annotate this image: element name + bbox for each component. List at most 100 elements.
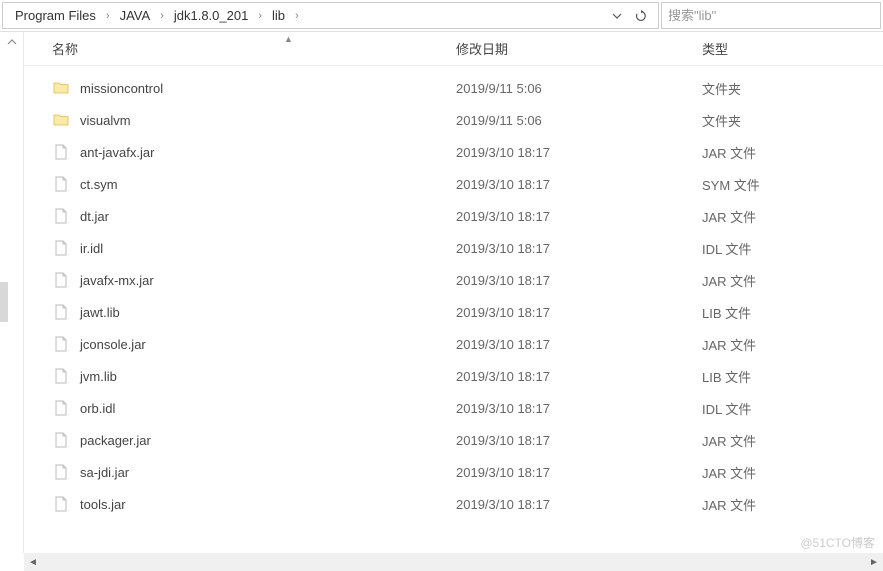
file-date: 2019/3/10 18:17 bbox=[456, 305, 694, 320]
file-name-cell: ct.sym bbox=[24, 175, 456, 193]
file-row[interactable]: ant-javafx.jar2019/3/10 18:17JAR 文件 bbox=[24, 136, 883, 168]
file-icon bbox=[52, 175, 70, 193]
file-type: IDL 文件 bbox=[694, 399, 883, 418]
file-name: tools.jar bbox=[80, 497, 126, 512]
file-name-cell: sa-jdi.jar bbox=[24, 463, 456, 481]
file-type: JAR 文件 bbox=[694, 431, 883, 450]
file-name: orb.idl bbox=[80, 401, 115, 416]
file-row[interactable]: visualvm2019/9/11 5:06文件夹 bbox=[24, 104, 883, 136]
file-name-cell: ant-javafx.jar bbox=[24, 143, 456, 161]
search-bar[interactable] bbox=[661, 2, 881, 29]
column-header-date[interactable]: 修改日期 bbox=[456, 39, 694, 58]
breadcrumb-controls bbox=[606, 5, 652, 27]
file-name-cell: dt.jar bbox=[24, 207, 456, 225]
file-name: packager.jar bbox=[80, 433, 151, 448]
file-name-cell: jawt.lib bbox=[24, 303, 456, 321]
file-row[interactable]: ct.sym 2019/3/10 18:17SYM 文件 bbox=[24, 168, 883, 200]
file-date: 2019/3/10 18:17 bbox=[456, 433, 694, 448]
breadcrumb: Program Files›JAVA›jdk1.8.0_201›lib› bbox=[9, 6, 301, 25]
file-pane: ▲ 名称 修改日期 类型 missioncontrol 2019/9/11 5:0… bbox=[24, 32, 883, 553]
left-gutter bbox=[0, 32, 24, 553]
file-date: 2019/9/11 5:06 bbox=[456, 81, 694, 96]
file-name: visualvm bbox=[80, 113, 131, 128]
breadcrumb-item[interactable]: lib bbox=[266, 6, 291, 25]
file-row[interactable]: tools.jar 2019/3/10 18:17JAR 文件 bbox=[24, 488, 883, 520]
file-row[interactable]: missioncontrol2019/9/11 5:06文件夹 bbox=[24, 72, 883, 104]
file-icon bbox=[52, 399, 70, 417]
file-name: ir.idl bbox=[80, 241, 103, 256]
file-row[interactable]: ir.idl 2019/3/10 18:17IDL 文件 bbox=[24, 232, 883, 264]
file-type: JAR 文件 bbox=[694, 335, 883, 354]
file-name-cell: jvm.lib bbox=[24, 367, 456, 385]
refresh-button[interactable] bbox=[630, 5, 652, 27]
file-date: 2019/3/10 18:17 bbox=[456, 145, 694, 160]
folder-icon bbox=[52, 79, 70, 97]
file-list: missioncontrol2019/9/11 5:06文件夹visualvm2… bbox=[24, 66, 883, 520]
file-type: JAR 文件 bbox=[694, 463, 883, 482]
file-name-cell: orb.idl bbox=[24, 399, 456, 417]
file-date: 2019/3/10 18:17 bbox=[456, 465, 694, 480]
file-icon bbox=[52, 335, 70, 353]
file-icon bbox=[52, 495, 70, 513]
file-icon bbox=[52, 143, 70, 161]
file-type: JAR 文件 bbox=[694, 495, 883, 514]
file-row[interactable]: dt.jar2019/3/10 18:17JAR 文件 bbox=[24, 200, 883, 232]
chevron-right-icon[interactable]: › bbox=[158, 10, 166, 22]
file-name-cell: tools.jar bbox=[24, 495, 456, 513]
file-type: IDL 文件 bbox=[694, 239, 883, 258]
file-name: javafx-mx.jar bbox=[80, 273, 154, 288]
breadcrumb-item[interactable]: Program Files bbox=[9, 6, 102, 25]
main-area: ▲ 名称 修改日期 类型 missioncontrol 2019/9/11 5:0… bbox=[0, 32, 883, 553]
file-row[interactable]: jawt.lib 2019/3/10 18:17LIB 文件 bbox=[24, 296, 883, 328]
column-header-type[interactable]: 类型 bbox=[694, 39, 883, 58]
search-input[interactable] bbox=[668, 8, 874, 23]
file-icon bbox=[52, 463, 70, 481]
file-name: ct.sym bbox=[80, 177, 118, 192]
file-date: 2019/3/10 18:17 bbox=[456, 177, 694, 192]
folder-icon bbox=[52, 111, 70, 129]
file-name: jvm.lib bbox=[80, 369, 117, 384]
horizontal-scrollbar[interactable]: ◄ ► bbox=[24, 553, 883, 571]
file-type: JAR 文件 bbox=[694, 207, 883, 226]
file-row[interactable]: javafx-mx.jar2019/3/10 18:17JAR 文件 bbox=[24, 264, 883, 296]
file-date: 2019/3/10 18:17 bbox=[456, 369, 694, 384]
chevron-right-icon[interactable]: › bbox=[104, 10, 112, 22]
file-name-cell: javafx-mx.jar bbox=[24, 271, 456, 289]
file-name-cell: visualvm bbox=[24, 111, 456, 129]
file-icon bbox=[52, 239, 70, 257]
scroll-up-icon[interactable] bbox=[6, 36, 18, 48]
file-icon bbox=[52, 271, 70, 289]
column-header-name[interactable]: 名称 bbox=[24, 39, 456, 58]
file-name: jawt.lib bbox=[80, 305, 120, 320]
file-type: SYM 文件 bbox=[694, 175, 883, 194]
file-date: 2019/3/10 18:17 bbox=[456, 497, 694, 512]
scroll-left-button[interactable]: ◄ bbox=[24, 553, 42, 571]
file-row[interactable]: packager.jar 2019/3/10 18:17JAR 文件 bbox=[24, 424, 883, 456]
file-name-cell: jconsole.jar bbox=[24, 335, 456, 353]
file-row[interactable]: orb.idl2019/3/10 18:17IDL 文件 bbox=[24, 392, 883, 424]
file-date: 2019/3/10 18:17 bbox=[456, 273, 694, 288]
scroll-right-button[interactable]: ► bbox=[865, 553, 883, 571]
chevron-right-icon[interactable]: › bbox=[256, 10, 264, 22]
breadcrumb-bar[interactable]: Program Files›JAVA›jdk1.8.0_201›lib› bbox=[2, 2, 659, 29]
file-name: ant-javafx.jar bbox=[80, 145, 154, 160]
file-name-cell: missioncontrol bbox=[24, 79, 456, 97]
file-row[interactable]: jconsole.jar2019/3/10 18:17JAR 文件 bbox=[24, 328, 883, 360]
file-type: LIB 文件 bbox=[694, 303, 883, 322]
file-name: missioncontrol bbox=[80, 81, 163, 96]
file-icon bbox=[52, 431, 70, 449]
chevron-right-icon[interactable]: › bbox=[293, 10, 301, 22]
address-toolbar: Program Files›JAVA›jdk1.8.0_201›lib› bbox=[0, 0, 883, 32]
history-dropdown-button[interactable] bbox=[606, 5, 628, 27]
breadcrumb-item[interactable]: jdk1.8.0_201 bbox=[168, 6, 254, 25]
file-icon bbox=[52, 207, 70, 225]
file-date: 2019/9/11 5:06 bbox=[456, 113, 694, 128]
breadcrumb-item[interactable]: JAVA bbox=[114, 6, 157, 25]
file-icon bbox=[52, 303, 70, 321]
file-row[interactable]: sa-jdi.jar2019/3/10 18:17JAR 文件 bbox=[24, 456, 883, 488]
file-date: 2019/3/10 18:17 bbox=[456, 209, 694, 224]
file-row[interactable]: jvm.lib2019/3/10 18:17LIB 文件 bbox=[24, 360, 883, 392]
sort-indicator-icon: ▲ bbox=[284, 34, 293, 44]
file-date: 2019/3/10 18:17 bbox=[456, 241, 694, 256]
file-icon bbox=[52, 367, 70, 385]
